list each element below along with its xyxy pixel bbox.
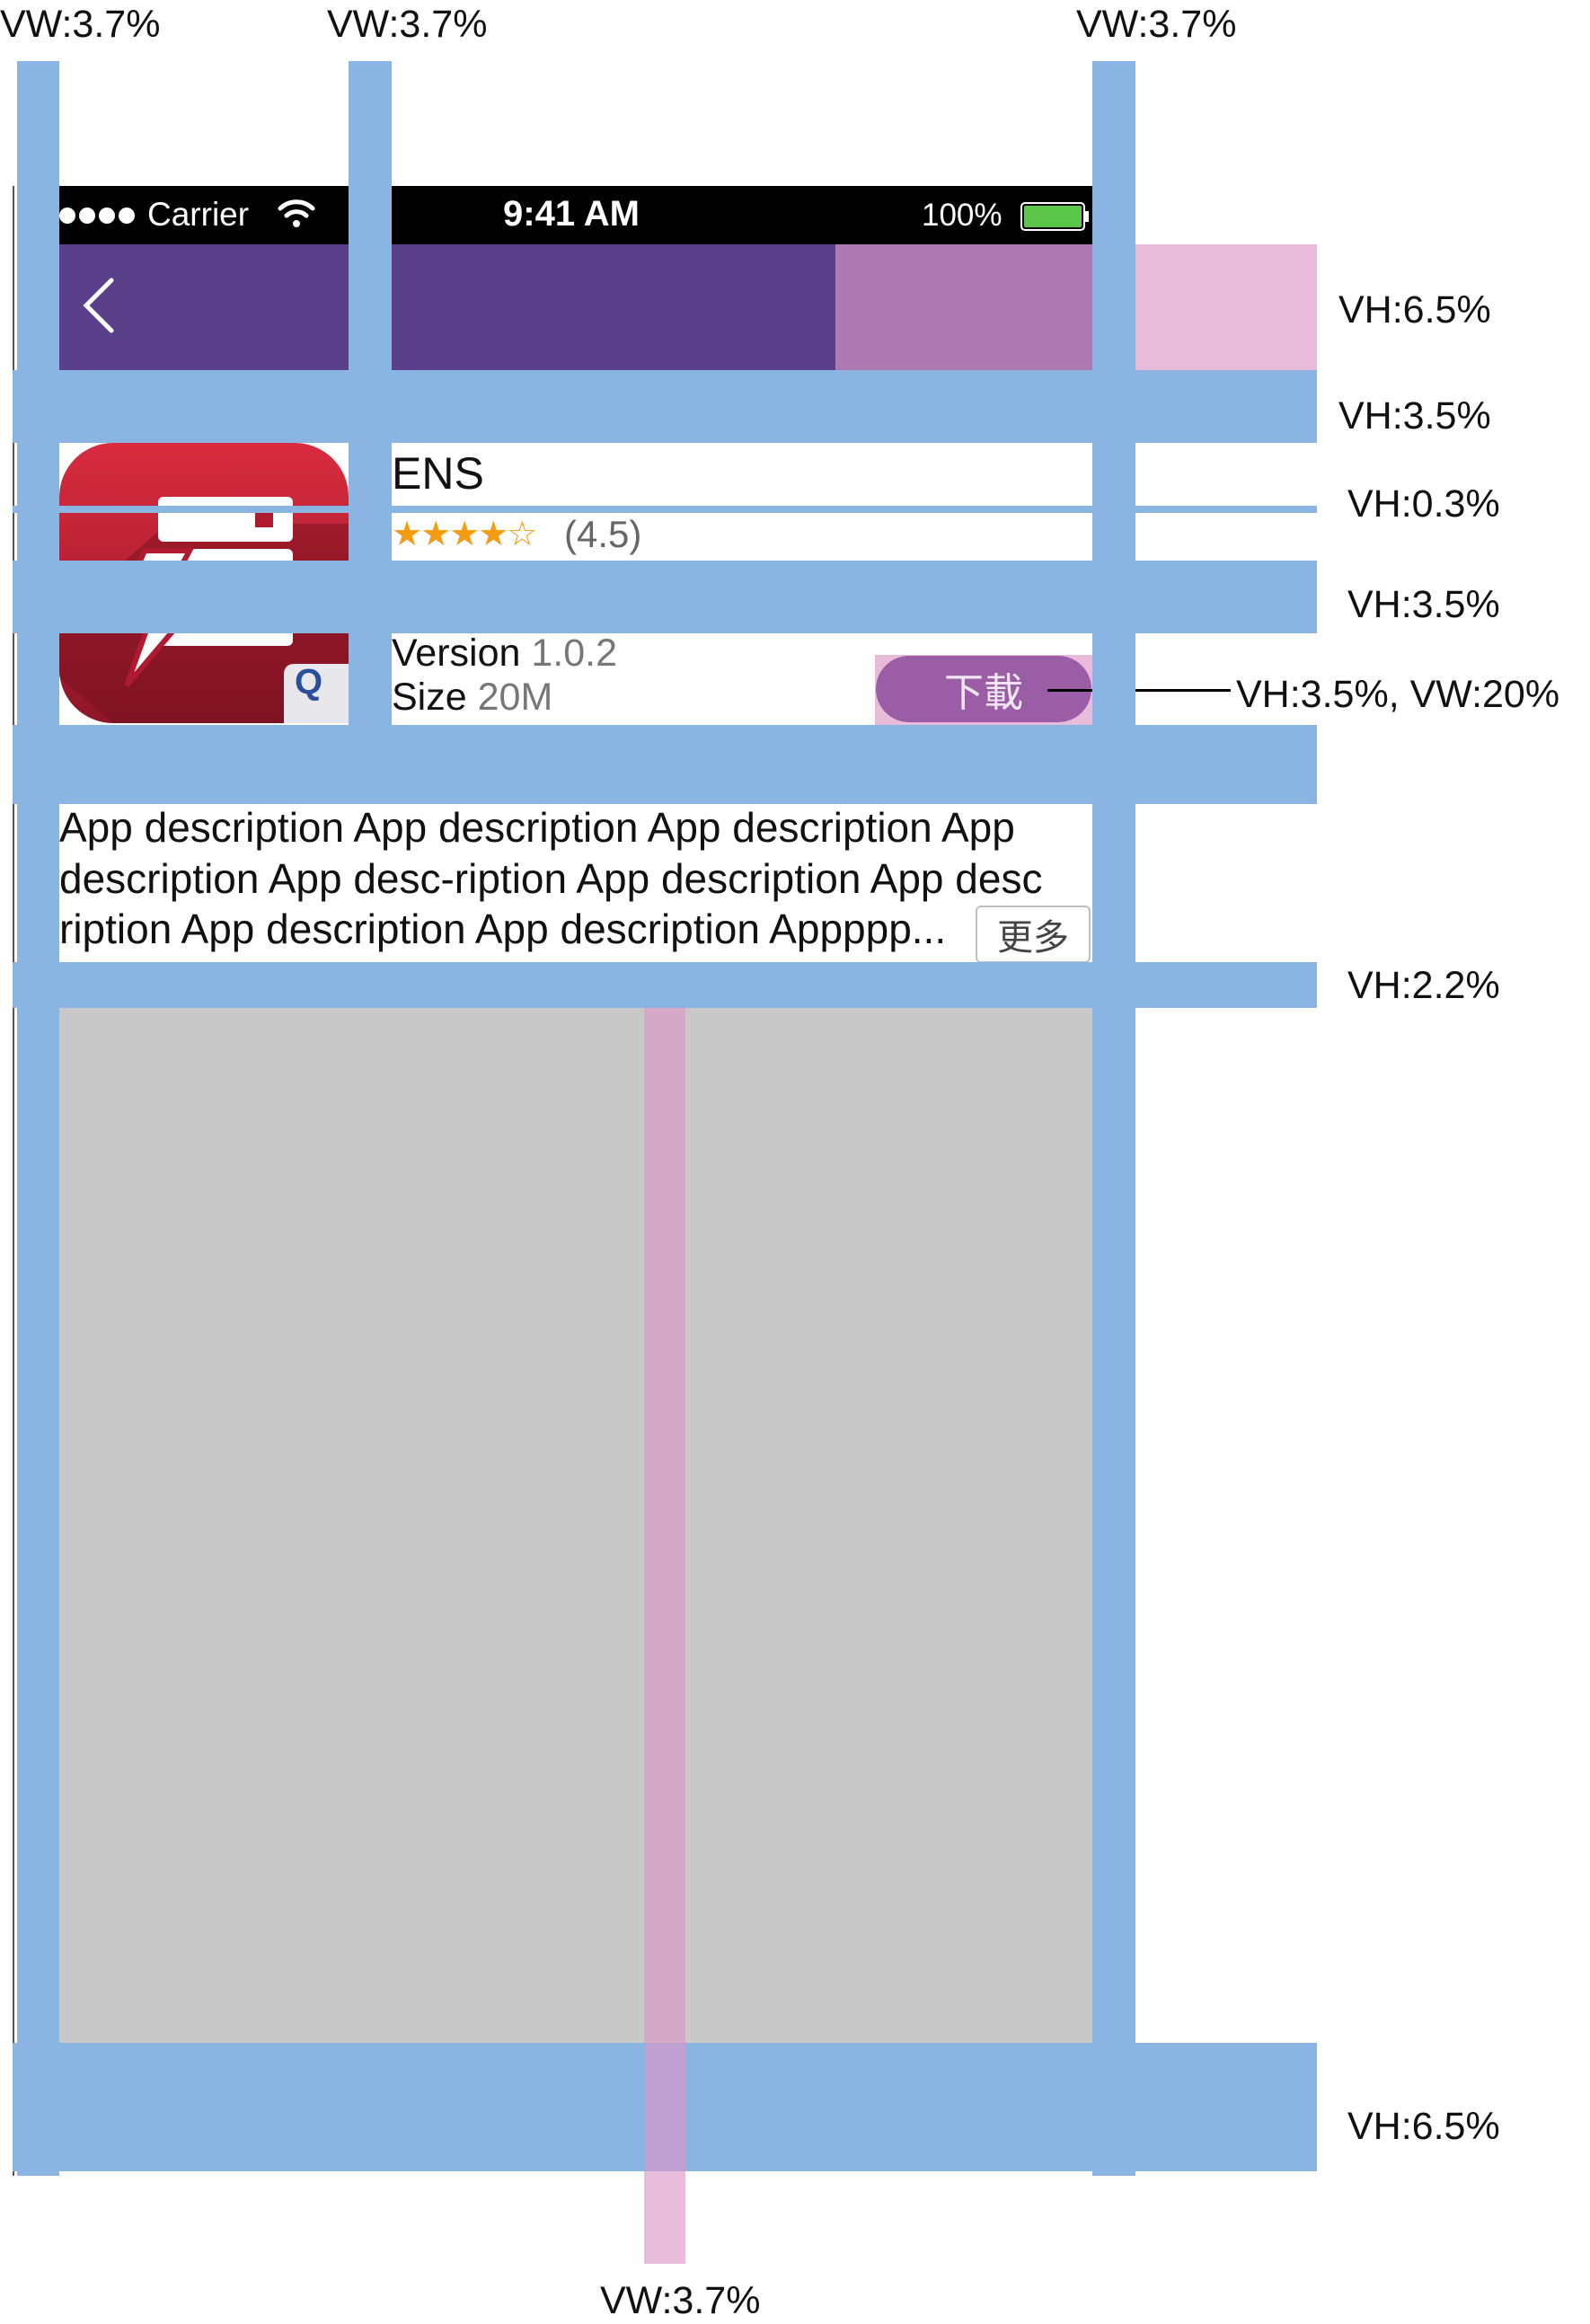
version-label: Version (392, 632, 521, 675)
guide-v-mid (349, 61, 392, 802)
label-vh-nav: VH:6.5% (1338, 288, 1491, 331)
app-name: ENS (392, 448, 484, 499)
label-vh-desc-gap: VH:2.2% (1347, 964, 1500, 1007)
label-vh-gap1: VH:3.5% (1338, 394, 1491, 437)
label-vw-top-2: VW:3.7% (327, 3, 488, 46)
label-vh-gap2: VH:3.5% (1347, 583, 1500, 626)
size-row: Size 20M (392, 676, 552, 720)
guide-v-right (1092, 61, 1135, 2176)
signal-dots (59, 205, 140, 226)
rating-value: (4.5) (564, 513, 642, 555)
guide-v-pink (644, 1008, 685, 2264)
label-vw-top-1: VW:3.7% (0, 3, 161, 46)
label-vw-bottom: VW:3.7% (600, 2279, 761, 2322)
version-value: 1.0.2 (531, 632, 618, 675)
status-time: 9:41 AM (503, 194, 640, 234)
battery-percent: 100% (922, 198, 1003, 233)
description-line-1: App description App description App desc… (59, 804, 1015, 851)
nav-right-guide (835, 244, 1317, 370)
label-vh-button: VH:3.5%, VW:20% (1236, 673, 1560, 716)
screenshot-area (59, 1008, 1092, 2043)
guide-v-left (17, 61, 59, 2176)
download-pointer-line (1047, 689, 1231, 692)
description-line-3: ription App description App description … (59, 906, 947, 952)
carrier-label: Carrier (147, 196, 250, 233)
label-vw-top-3: VW:3.7% (1076, 3, 1237, 46)
description-line-2: description App desc-ription App descrip… (59, 855, 1043, 902)
more-button[interactable]: 更多 (976, 906, 1091, 963)
icon-badge: Q (295, 662, 323, 702)
rating-stars: ★★★★☆ (392, 516, 537, 553)
version-row: Version 1.0.2 (392, 632, 617, 676)
back-button[interactable] (72, 270, 135, 350)
wifi-icon (277, 198, 316, 230)
size-value: 20M (477, 676, 553, 719)
size-label: Size (392, 676, 467, 719)
label-vh-line: VH:0.3% (1347, 482, 1500, 526)
label-vh-bottom: VH:6.5% (1347, 2105, 1500, 2148)
battery-icon (1020, 202, 1089, 231)
chevron-left-icon (83, 278, 114, 333)
